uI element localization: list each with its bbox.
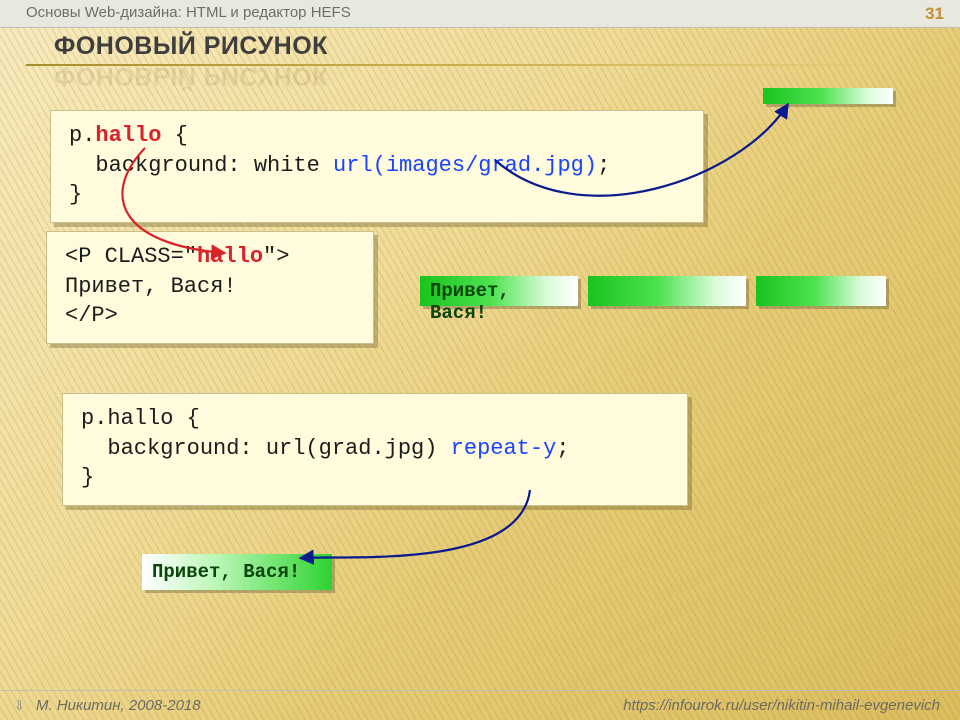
arrow-overlay	[0, 0, 960, 720]
gradient-swatch-small	[763, 88, 893, 104]
context-bar: Основы Web-дизайна: HTML и редактор HEFS…	[0, 0, 960, 28]
title-underline	[26, 64, 900, 66]
gradient-demo-1: Привет, Вася!	[420, 276, 578, 306]
slide-title: ФОНОВЫЙ РИСУНОК	[54, 32, 328, 61]
gradient-demo-3	[756, 276, 886, 306]
footer-author: М. Никитин, 2008-2018	[36, 697, 201, 714]
demo-2-text: Привет, Вася!	[152, 561, 300, 583]
demo-1-text: Привет, Вася!	[430, 280, 578, 324]
gradient-demo-repeaty: Привет, Вася!	[142, 554, 332, 590]
code-box-css1: p.hallo { background: white url(images/g…	[50, 110, 704, 223]
footer-url: https://infourok.ru/user/nikitin-mihail-…	[623, 697, 940, 714]
footer: М. Никитин, 2008-2018 https://infourok.r…	[0, 690, 960, 720]
gradient-demo-2	[588, 276, 746, 306]
page-number: 31	[925, 4, 944, 24]
code-box-css2: p.hallo { background: url(grad.jpg) repe…	[62, 393, 688, 506]
code-box-html: <P CLASS="hallo"> Привет, Вася! </P>	[46, 231, 374, 344]
context-title: Основы Web-дизайна: HTML и редактор HEFS	[26, 4, 351, 24]
